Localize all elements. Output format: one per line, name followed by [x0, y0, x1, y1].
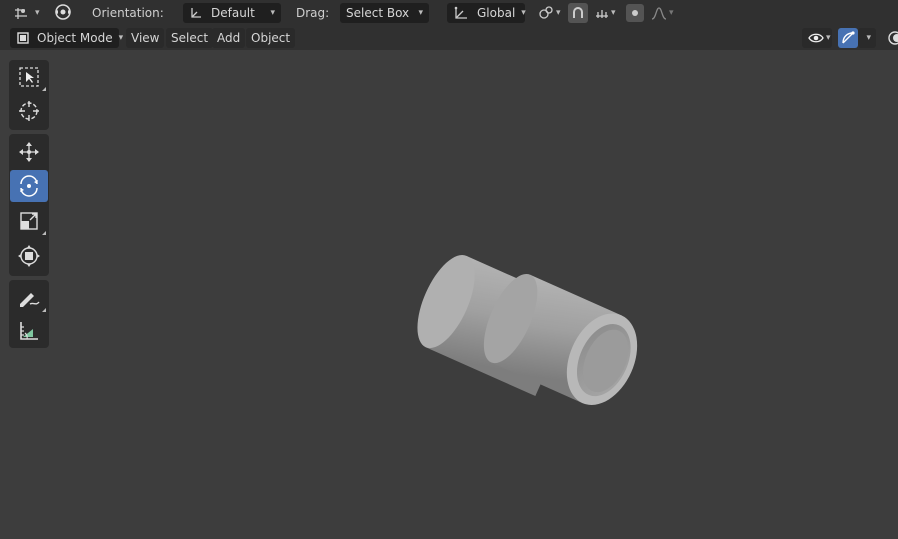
menu-select[interactable]: Select [166, 28, 214, 48]
chevron-down-icon: ▾ [418, 8, 423, 18]
snap-increment-icon [595, 6, 609, 20]
chevron-down-icon: ▾ [118, 33, 124, 43]
orientation-value: Default [211, 6, 255, 20]
annotate-icon [17, 286, 41, 310]
magnet-icon [571, 6, 585, 20]
select-box-icon [18, 66, 40, 88]
object-mode-icon [16, 31, 30, 45]
transform-pivot-button[interactable]: ▾ [8, 3, 40, 23]
overlay-toggle[interactable] [882, 28, 898, 48]
transform-space-value: Global [477, 6, 516, 20]
axes-icon [453, 5, 469, 21]
rotate-gizmo-icon [52, 1, 74, 23]
drag-label: Drag: [296, 6, 330, 20]
visibility-dropdown[interactable]: ▾ [802, 28, 832, 48]
pivot-point-icon [13, 5, 29, 21]
select-box-tool[interactable] [10, 61, 48, 93]
chevron-down-icon: ▾ [556, 8, 561, 18]
overlay-icon [887, 30, 898, 46]
chevron-down-icon: ▾ [826, 33, 831, 43]
transform-tool[interactable] [10, 240, 48, 272]
transform-affect-button[interactable] [50, 2, 76, 22]
drag-dropdown[interactable]: Select Box ▾ [340, 3, 429, 23]
scale-tool[interactable] [10, 205, 48, 237]
viewport-header: Object Mode ▾ View Select Add Object ▾ ▾ [0, 26, 898, 50]
link-icon [538, 5, 554, 21]
submenu-corner [42, 231, 46, 235]
measure-tool[interactable] [10, 315, 48, 347]
drag-value: Select Box [346, 6, 410, 20]
chevron-down-icon: ▾ [521, 8, 526, 18]
gizmo-icon [840, 30, 856, 46]
proportional-edit-toggle[interactable] [626, 4, 644, 22]
menu-view[interactable]: View [126, 28, 165, 48]
mode-value: Object Mode [37, 31, 113, 45]
submenu-corner [42, 87, 46, 91]
tool-settings-bar: ▾ Orientation: Default ▾ Drag: Select Bo… [0, 0, 898, 26]
orientation-icon [189, 6, 203, 20]
annotate-tool[interactable] [10, 282, 48, 314]
menu-object[interactable]: Object [246, 28, 296, 48]
falloff-dropdown[interactable]: ▾ [646, 3, 676, 23]
move-tool[interactable] [10, 136, 48, 168]
rotate-icon [17, 174, 41, 198]
chevron-down-icon: ▾ [270, 8, 275, 18]
proportional-edit-icon [630, 8, 640, 18]
mode-dropdown[interactable]: Object Mode ▾ [10, 28, 123, 48]
menu-add[interactable]: Add [212, 28, 246, 48]
transform-icon [17, 244, 41, 268]
snap-toggle[interactable] [568, 3, 588, 23]
chevron-down-icon: ▾ [611, 8, 616, 18]
chevron-down-icon: ▾ [669, 8, 674, 18]
eye-icon [808, 32, 824, 44]
scale-icon [18, 210, 40, 232]
transform-orientation-dropdown[interactable]: Global ▾ [447, 3, 526, 23]
submenu-corner [42, 308, 46, 312]
chevron-down-icon: ▾ [866, 33, 871, 43]
orientation-dropdown[interactable]: Default ▾ [183, 3, 281, 23]
orientation-label: Orientation: [92, 6, 164, 20]
pivot-dropdown[interactable]: ▾ [533, 3, 563, 23]
cursor-icon [17, 99, 41, 123]
rotate-tool[interactable] [10, 170, 48, 202]
3d-cylinder-object[interactable] [410, 235, 655, 425]
move-icon [17, 140, 41, 164]
cursor-tool[interactable] [10, 95, 48, 127]
measure-icon [17, 319, 41, 343]
gizmo-toggle[interactable] [838, 28, 858, 48]
snap-target-dropdown[interactable]: ▾ [590, 3, 620, 23]
gizmo-dropdown[interactable]: ▾ [858, 28, 876, 48]
chevron-down-icon: ▾ [35, 8, 40, 18]
falloff-curve-icon [651, 6, 667, 20]
